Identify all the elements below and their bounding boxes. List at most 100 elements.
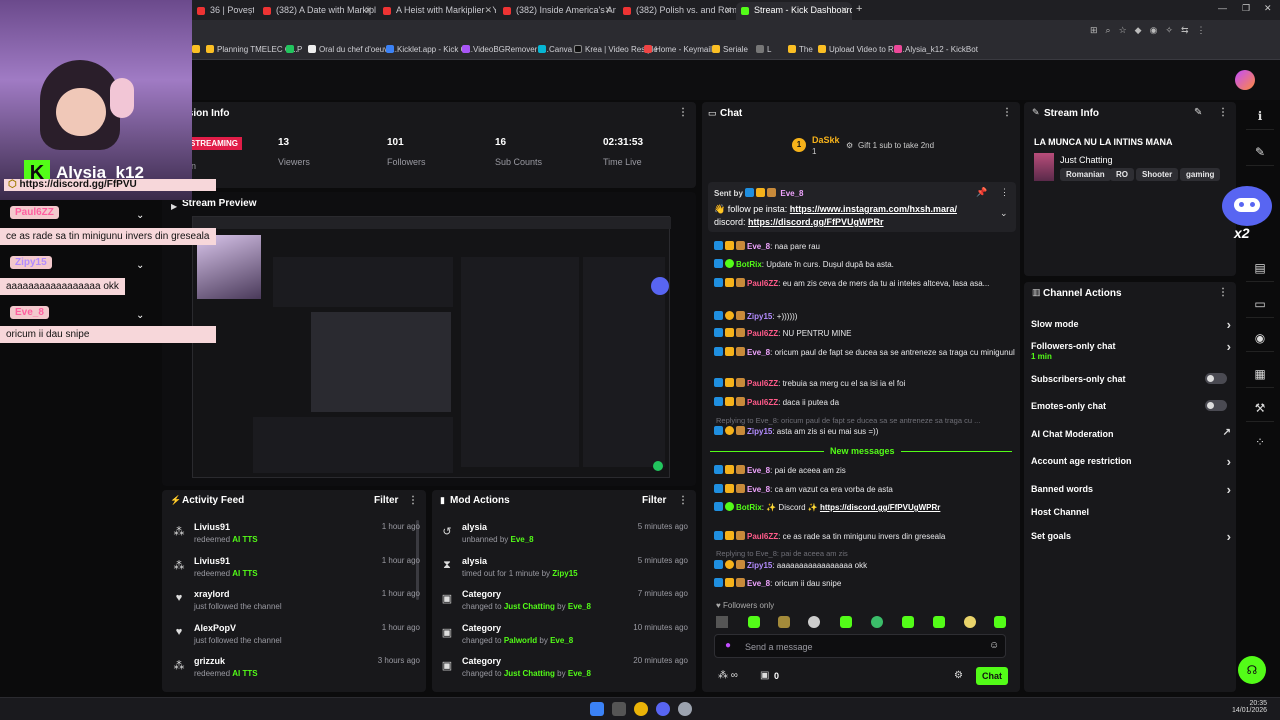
- bookmark[interactable]: Home - Keymailer: [644, 45, 719, 54]
- external-link-icon[interactable]: ↗: [1223, 427, 1231, 438]
- bookmark[interactable]: Seriale: [712, 45, 748, 54]
- more-icon[interactable]: ⋮: [1000, 187, 1009, 198]
- broadcast-icon[interactable]: ◉: [1246, 324, 1274, 352]
- emote-icon[interactable]: [902, 616, 914, 628]
- settings-icon[interactable]: ⚙: [954, 670, 963, 681]
- activity-user[interactable]: grizzuk: [194, 656, 225, 666]
- browser-tab[interactable]: (382) A Date with Markiplier - Y✕: [258, 2, 376, 20]
- chat-icon[interactable]: ▭: [1246, 290, 1274, 318]
- more-icon[interactable]: ⋮: [1218, 287, 1228, 298]
- mod-target[interactable]: Category: [462, 656, 501, 666]
- discord-taskbar-icon[interactable]: [656, 702, 670, 716]
- apps-icon[interactable]: ⁘: [1246, 428, 1274, 456]
- browser-tab[interactable]: (382) Polish vs. and Romanian r✕: [618, 2, 736, 20]
- chevron-right-icon[interactable]: ›: [1227, 482, 1231, 497]
- mod-target[interactable]: alysia: [462, 522, 487, 532]
- bookmark[interactable]: Upload Video to Re...: [818, 45, 905, 54]
- channel-action-subscribers-only-chat[interactable]: Subscribers-only chat: [1031, 373, 1231, 384]
- wrench-icon[interactable]: ⚒: [1246, 394, 1274, 422]
- emote-icon[interactable]: [933, 616, 945, 628]
- chat-username[interactable]: Paul6ZZ: [747, 329, 778, 338]
- chat-input[interactable]: ● Send a message ☺: [714, 634, 1006, 658]
- mod-user[interactable]: Eve_8: [568, 602, 591, 611]
- clock[interactable]: 20:35 14/01/2026: [1232, 700, 1267, 714]
- emote-icon[interactable]: [778, 616, 790, 628]
- channel-action-host-channel[interactable]: Host Channel: [1031, 507, 1231, 517]
- activity-user[interactable]: AlexPopV: [194, 623, 236, 633]
- more-icon[interactable]: ⋮: [678, 495, 688, 506]
- chat-username[interactable]: BotRix: [736, 503, 762, 512]
- pin-icon[interactable]: 📌: [976, 187, 987, 198]
- tag[interactable]: Romanian: [1060, 168, 1111, 181]
- bookmark[interactable]: Alysia_k12 - KickBot: [894, 45, 978, 54]
- bookmark[interactable]: [192, 45, 203, 54]
- bookmark[interactable]: L: [756, 45, 771, 54]
- close-icon[interactable]: ✕: [604, 5, 612, 16]
- close-icon[interactable]: ✕: [724, 5, 732, 16]
- mod-target[interactable]: alysia: [462, 556, 487, 566]
- chat-username[interactable]: Eve_8: [747, 348, 770, 357]
- emote-icon[interactable]: [840, 616, 852, 628]
- chat-username[interactable]: Paul6ZZ: [747, 532, 778, 541]
- chevron-right-icon[interactable]: ›: [1227, 529, 1231, 544]
- notes-icon[interactable]: ▤: [1246, 254, 1274, 282]
- new-tab-icon[interactable]: +: [856, 3, 862, 15]
- bookmark[interactable]: Kicklet.app - Kick C...: [386, 45, 473, 54]
- bookmark[interactable]: P: [286, 45, 302, 54]
- chat-username[interactable]: Paul6ZZ: [747, 398, 778, 407]
- chat-username[interactable]: Paul6ZZ: [747, 279, 778, 288]
- channel-action-set-goals[interactable]: Set goals ›: [1031, 529, 1231, 544]
- emote-icon[interactable]: [994, 616, 1006, 628]
- help-icon[interactable]: ☊: [1238, 656, 1266, 684]
- mod-target[interactable]: Category: [462, 623, 501, 633]
- filter-button[interactable]: Filter: [374, 495, 398, 506]
- pencil-icon[interactable]: ✎: [1246, 138, 1274, 166]
- chat-username[interactable]: Eve_8: [747, 242, 770, 251]
- channel-action-account-age-restriction[interactable]: Account age restriction ›: [1031, 454, 1231, 469]
- points-icon[interactable]: ⁂ ∞: [718, 670, 738, 681]
- channel-action-banned-words[interactable]: Banned words ›: [1031, 482, 1231, 497]
- toggle-switch[interactable]: [1205, 400, 1227, 411]
- category-name[interactable]: Just Chatting: [1060, 155, 1113, 165]
- channel-action-ai-chat-moderation[interactable]: AI Chat Moderation ↗: [1031, 427, 1231, 439]
- bookmark[interactable]: Planning TMELEC G...: [206, 45, 298, 54]
- close-icon[interactable]: ✕: [484, 5, 492, 16]
- close-icon[interactable]: ✕: [364, 5, 372, 16]
- chat-username[interactable]: Zipy15: [747, 312, 772, 321]
- pinned-user[interactable]: Eve_8: [780, 189, 803, 198]
- chat-username[interactable]: Eve_8: [747, 579, 770, 588]
- avatar[interactable]: [1235, 70, 1255, 90]
- more-icon[interactable]: ⋮: [1218, 107, 1228, 118]
- bookmark[interactable]: The: [788, 45, 813, 54]
- tag[interactable]: Shooter: [1136, 168, 1179, 181]
- pinned-link[interactable]: https://www.instagram.com/hxsh.mara/: [790, 204, 957, 214]
- edit-icon[interactable]: ✎: [1194, 107, 1202, 118]
- bookmark[interactable]: VideoBGRemover -...: [462, 45, 549, 54]
- chat-link[interactable]: https://discord.gg/FfPVUgWPRr: [820, 503, 940, 512]
- chevron-down-icon[interactable]: ⌄: [1000, 208, 1008, 219]
- gifter-name[interactable]: DaSkk: [812, 135, 840, 145]
- emote-icon[interactable]: [748, 616, 760, 628]
- browser-tab[interactable]: (382) Inside America's Anorexi✕: [498, 2, 616, 20]
- file-explorer-icon[interactable]: [612, 702, 626, 716]
- chat-username[interactable]: Paul6ZZ: [747, 379, 778, 388]
- browser-tab[interactable]: 36 | Povești de F: [192, 2, 254, 20]
- info-icon[interactable]: ℹ: [1246, 102, 1274, 130]
- more-icon[interactable]: ⋮: [408, 495, 418, 506]
- chat-username[interactable]: Eve_8: [747, 485, 770, 494]
- channel-action-followers-only-chat[interactable]: Followers-only chat 1 min ›: [1031, 339, 1231, 361]
- activity-user[interactable]: xraylord: [194, 589, 230, 599]
- mic-icon[interactable]: ●: [725, 640, 731, 651]
- obs-icon[interactable]: [678, 702, 692, 716]
- close-icon[interactable]: ✕: [840, 5, 848, 16]
- emote-icon[interactable]: [808, 616, 820, 628]
- store-icon[interactable]: ▣: [760, 670, 769, 681]
- preview-video[interactable]: [192, 216, 671, 478]
- address-bar[interactable]: ⊞⌕☆◆◉✧⇆⋮: [0, 20, 1280, 42]
- chat-username[interactable]: Zipy15: [747, 427, 772, 436]
- bookmark[interactable]: Oral du chef d'oeuvr...: [308, 45, 397, 54]
- channel-action-slow-mode[interactable]: Slow mode ›: [1031, 317, 1231, 332]
- emote-icon[interactable]: [716, 616, 728, 628]
- emote-icon[interactable]: [871, 616, 883, 628]
- activity-user[interactable]: Livius91: [194, 556, 230, 566]
